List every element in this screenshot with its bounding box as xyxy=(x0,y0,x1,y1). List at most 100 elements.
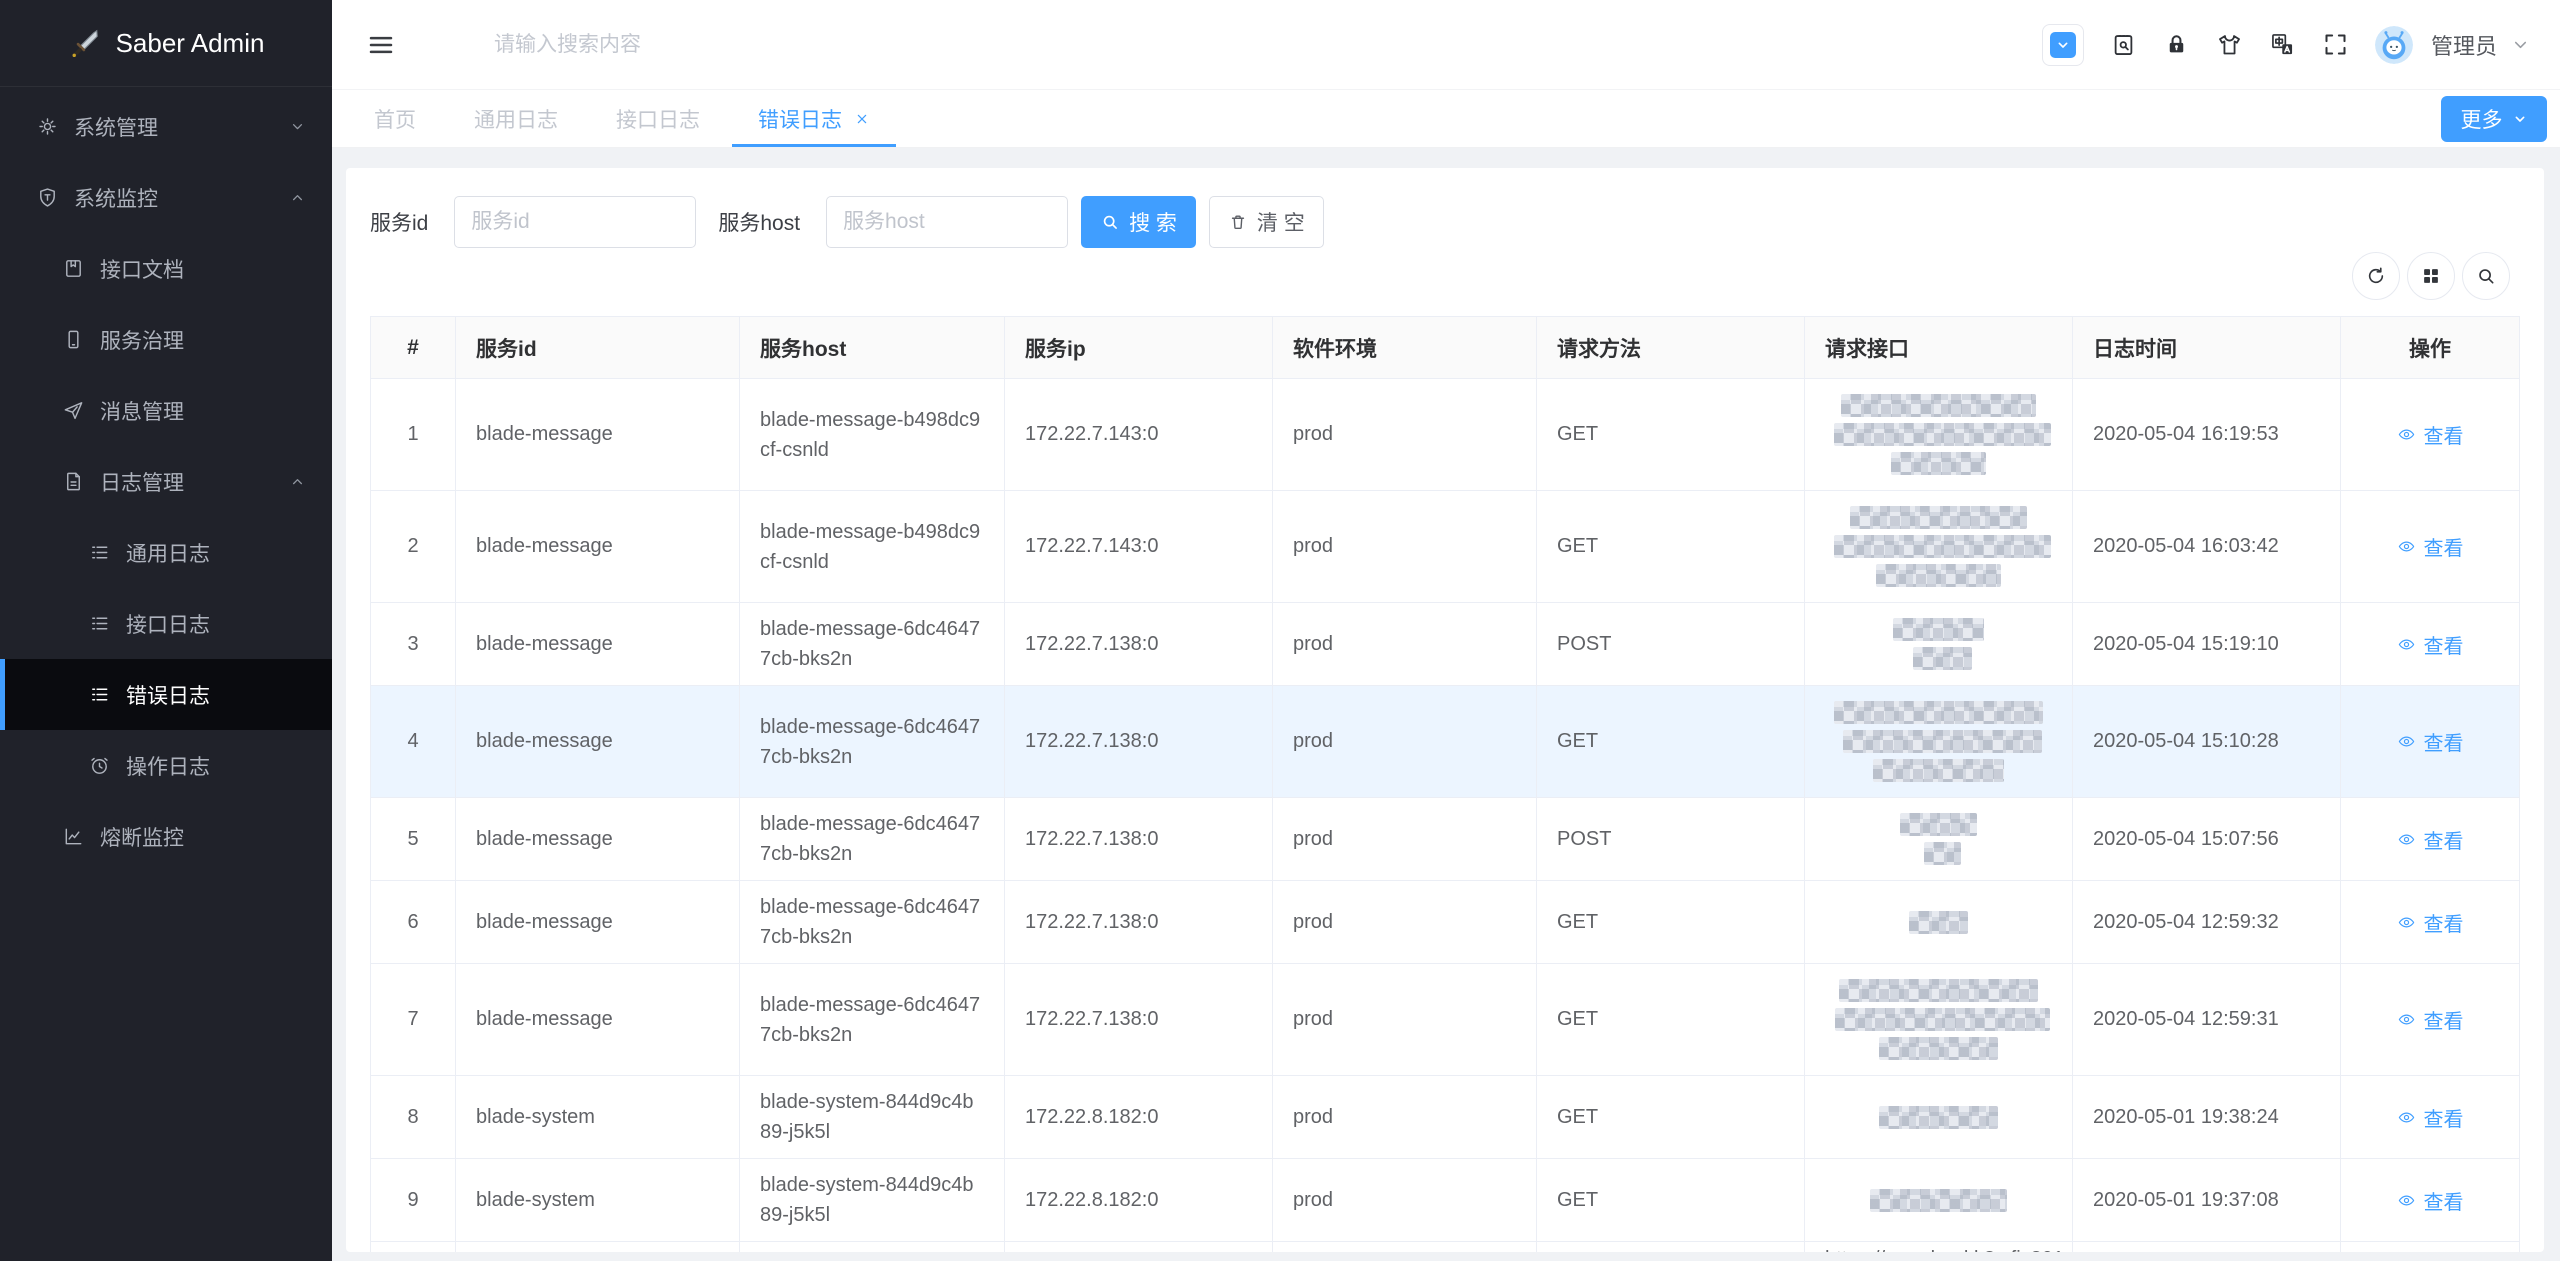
cell-service-id: blade-message xyxy=(456,881,740,963)
redacted-content xyxy=(1873,759,2005,782)
lock-icon[interactable] xyxy=(2163,31,2190,58)
panel-toggle-button[interactable] xyxy=(2042,24,2084,66)
maintenance-icon[interactable] xyxy=(2110,31,2137,58)
cell-method: POST xyxy=(1537,603,1805,685)
collapse-menu-icon[interactable] xyxy=(366,30,396,60)
tab-通用日志[interactable]: 通用日志 xyxy=(474,90,558,147)
cell-service-ip: 172.22.7.143:0 xyxy=(1005,491,1273,602)
view-link[interactable]: 查看 xyxy=(2397,1005,2464,1034)
cell-service-id: blade-message xyxy=(456,964,740,1075)
cell-service-host: blade-message-6dc46477cb-bks2n xyxy=(740,686,1005,797)
error-log-table: #服务id服务host服务ip软件环境请求方法请求接口日志时间操作 1blade… xyxy=(370,316,2520,1252)
redacted-content xyxy=(1841,394,2036,417)
view-link[interactable]: 查看 xyxy=(2397,532,2464,561)
redacted-content xyxy=(1834,423,2052,446)
cell-action: 查看 xyxy=(2341,686,2519,797)
column-header: # xyxy=(371,317,456,379)
column-header: 请求方法 xyxy=(1537,317,1805,379)
cell-action: 查看 xyxy=(2341,964,2519,1075)
cell-env: prod xyxy=(1273,491,1537,602)
view-link[interactable]: 查看 xyxy=(2397,630,2464,659)
sidebar-item-通用日志[interactable]: 通用日志 xyxy=(0,517,332,588)
table-row: 6blade-messageblade-message-6dc46477cb-b… xyxy=(371,881,2519,964)
cell-service-ip: 172.22.7.138:0 xyxy=(1005,603,1273,685)
fullscreen-icon[interactable] xyxy=(2322,31,2349,58)
tab-首页[interactable]: 首页 xyxy=(374,90,416,147)
send-icon xyxy=(62,399,85,422)
cell-service-host: blade-message-6dc46477cb-bks2n xyxy=(740,964,1005,1075)
sidebar-item-label: 操作日志 xyxy=(126,751,210,781)
translate-icon[interactable] xyxy=(2269,31,2296,58)
search-button[interactable]: 搜 索 xyxy=(1081,196,1196,248)
refresh-button[interactable] xyxy=(2352,252,2400,300)
cell-method: GET xyxy=(1537,686,1805,797)
cell-interface xyxy=(1805,1159,2073,1241)
sidebar-item-接口日志[interactable]: 接口日志 xyxy=(0,588,332,659)
cell-service-id xyxy=(456,1242,740,1252)
user-avatar[interactable] xyxy=(2375,26,2413,64)
app-logo: Saber Admin xyxy=(0,0,332,87)
eye-icon xyxy=(2397,537,2416,556)
view-link-label: 查看 xyxy=(2424,1005,2464,1034)
service-host-input[interactable] xyxy=(826,196,1068,248)
service-host-label: 服务host xyxy=(718,207,800,237)
cell-service-host: blade-message-6dc46477cb-bks2n xyxy=(740,798,1005,880)
theme-icon[interactable] xyxy=(2216,31,2243,58)
sidebar-item-熔断监控[interactable]: 熔断监控 xyxy=(0,801,332,872)
view-link[interactable]: 查看 xyxy=(2397,908,2464,937)
column-settings-button[interactable] xyxy=(2407,252,2455,300)
search-icon xyxy=(1100,212,1120,232)
cell-time xyxy=(2073,1242,2341,1252)
global-search-input[interactable] xyxy=(492,32,926,58)
cell-action: 查看 xyxy=(2341,379,2519,490)
cell-time: 2020-05-01 19:38:24 xyxy=(2073,1076,2341,1158)
cell-time: 2020-05-04 15:19:10 xyxy=(2073,603,2341,685)
page-content: 服务id 服务host 搜 索 清 空 xyxy=(332,148,2560,1261)
table-row: 2blade-messageblade-message-b498dc9cf-cs… xyxy=(371,491,2519,603)
sidebar-item-操作日志[interactable]: 操作日志 xyxy=(0,730,332,801)
redacted-content xyxy=(1913,647,1972,670)
view-link[interactable]: 查看 xyxy=(2397,1103,2464,1132)
sidebar-item-消息管理[interactable]: 消息管理 xyxy=(0,375,332,446)
table-search-button[interactable] xyxy=(2462,252,2510,300)
cell-service-ip: 172.22.8.182:0 xyxy=(1005,1159,1273,1241)
view-link[interactable]: 查看 xyxy=(2397,1186,2464,1215)
table-row: 5blade-messageblade-message-6dc46477cb-b… xyxy=(371,798,2519,881)
cell-index: 6 xyxy=(371,881,456,963)
cell-time: 2020-05-04 15:10:28 xyxy=(2073,686,2341,797)
service-id-input[interactable] xyxy=(454,196,696,248)
redacted-content xyxy=(1924,842,1960,865)
user-menu-chevron-icon[interactable] xyxy=(2511,35,2530,54)
view-link-label: 查看 xyxy=(2424,420,2464,449)
column-header: 操作 xyxy=(2341,317,2519,379)
view-link[interactable]: 查看 xyxy=(2397,825,2464,854)
close-tab-icon[interactable] xyxy=(854,111,870,127)
sidebar-item-接口文档[interactable]: 接口文档 xyxy=(0,233,332,304)
shield-icon xyxy=(36,186,59,209)
tab-接口日志[interactable]: 接口日志 xyxy=(616,90,700,147)
sidebar-item-日志管理[interactable]: 日志管理 xyxy=(0,446,332,517)
sidebar-item-label: 系统监控 xyxy=(74,183,158,213)
sidebar-item-label: 错误日志 xyxy=(126,680,210,710)
cell-index: 5 xyxy=(371,798,456,880)
cell-interface xyxy=(1805,491,2073,602)
view-link[interactable]: 查看 xyxy=(2397,727,2464,756)
table-row: 9blade-systemblade-system-844d9c4b89-j5k… xyxy=(371,1159,2519,1242)
tab-错误日志[interactable]: 错误日志 xyxy=(758,90,870,147)
sidebar-item-label: 日志管理 xyxy=(100,467,184,497)
sidebar-item-错误日志[interactable]: 错误日志 xyxy=(0,659,332,730)
top-bar: 管理员 xyxy=(332,0,2560,90)
cell-interface xyxy=(1805,1076,2073,1158)
clear-button[interactable]: 清 空 xyxy=(1209,196,1324,248)
sidebar-item-系统管理[interactable]: 系统管理 xyxy=(0,91,332,162)
sidebar-item-系统监控[interactable]: 系统监控 xyxy=(0,162,332,233)
line-chart-icon xyxy=(62,825,85,848)
cell-env: prod xyxy=(1273,603,1537,685)
more-button[interactable]: 更多 xyxy=(2441,96,2547,142)
cell-index: 7 xyxy=(371,964,456,1075)
sidebar-item-服务治理[interactable]: 服务治理 xyxy=(0,304,332,375)
redacted-content xyxy=(1893,618,1984,641)
table-toolbar xyxy=(370,252,2520,300)
sidebar-item-label: 通用日志 xyxy=(126,538,210,568)
view-link[interactable]: 查看 xyxy=(2397,420,2464,449)
